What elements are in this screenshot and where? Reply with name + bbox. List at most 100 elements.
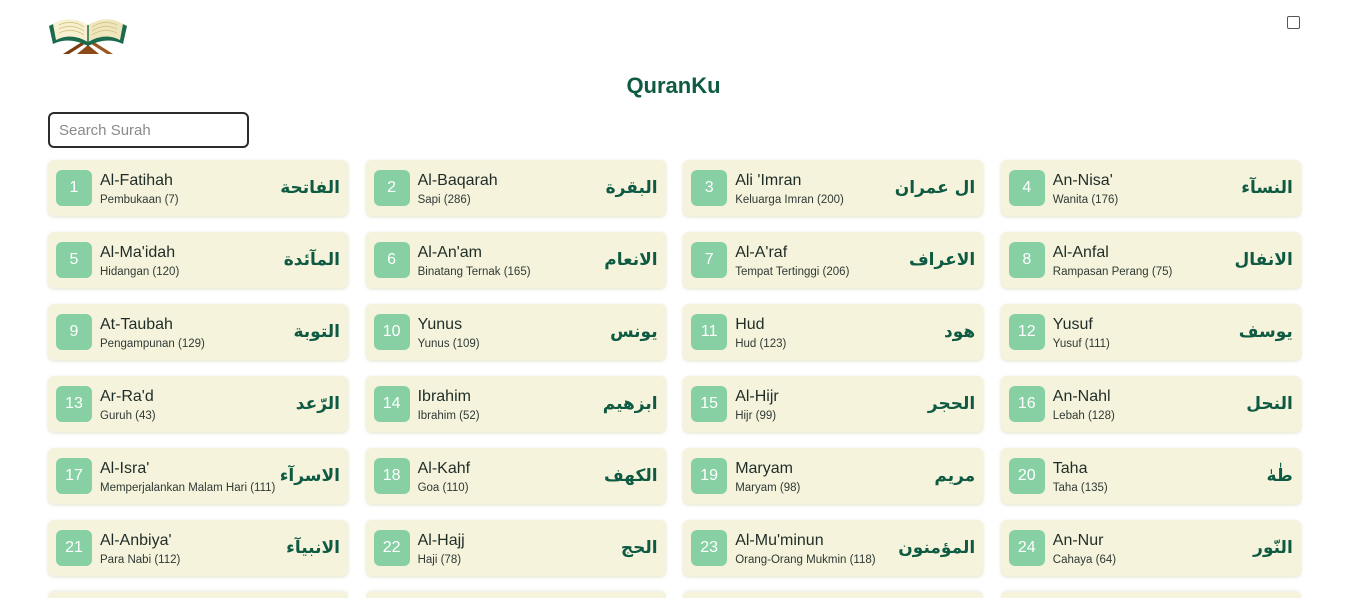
surah-arabic-name: البقرة bbox=[605, 178, 658, 198]
surah-number-badge: 22 bbox=[373, 530, 410, 566]
surah-grid: 1 Al-Fatihah Pembukaan (7) الفاتحة 2 Al-Baqar… bbox=[48, 160, 1301, 576]
surah-arabic-name: المآئدة bbox=[283, 250, 340, 270]
surah-latin-name: An-Nahl bbox=[1052, 388, 1111, 405]
surah-card[interactable]: 11 Hud Hud (123) هود bbox=[683, 304, 984, 360]
surah-card[interactable]: 21 Al-Anbiya' Para Nabi (112) الانبيآء bbox=[48, 520, 348, 576]
surah-arabic-name: الحج bbox=[620, 538, 658, 558]
surah-meaning: Hidangan (120) bbox=[100, 266, 180, 278]
surah-card[interactable]: 22 Al-Hajj Haji (78) الحج bbox=[365, 520, 666, 576]
page-title: QuranKu bbox=[626, 73, 721, 98]
surah-latin-name: Hud bbox=[735, 316, 765, 333]
surah-number-badge: 15 bbox=[691, 386, 728, 422]
surah-latin-name: Al-A'raf bbox=[735, 244, 788, 261]
surah-meaning: Binatang Ternak (165) bbox=[417, 266, 531, 278]
surah-latin-name: Maryam bbox=[735, 460, 793, 477]
surah-card[interactable]: 8 Al-Anfal Rampasan Perang (75) الانفال bbox=[1000, 232, 1301, 288]
surah-arabic-name: النّور bbox=[1253, 538, 1293, 558]
surah-arabic-name: يونس bbox=[610, 322, 658, 342]
surah-latin-name: Ar-Ra'd bbox=[100, 388, 154, 405]
surah-meaning: Ibrahim (52) bbox=[417, 410, 480, 422]
surah-card[interactable]: 19 Maryam Maryam (98) مريم bbox=[683, 448, 984, 504]
surah-latin-name: Al-Kahf bbox=[417, 460, 471, 477]
surah-card[interactable]: 5 Al-Ma'idah Hidangan (120) المآئدة bbox=[48, 232, 348, 288]
surah-meaning: Sapi (286) bbox=[417, 194, 471, 206]
surah-latin-name: Al-Anbiya' bbox=[100, 532, 172, 549]
surah-card-partial[interactable] bbox=[365, 592, 666, 598]
surah-number-badge: 23 bbox=[691, 530, 728, 566]
surah-card-partial[interactable] bbox=[48, 592, 348, 598]
surah-card[interactable]: 13 Ar-Ra'd Guruh (43) الرّعد bbox=[48, 376, 348, 432]
surah-number-badge: 24 bbox=[1008, 530, 1045, 566]
surah-latin-name: An-Nur bbox=[1052, 532, 1104, 549]
surah-card[interactable]: 18 Al-Kahf Goa (110) الكهف bbox=[365, 448, 666, 504]
surah-meaning: Yusuf (111) bbox=[1052, 338, 1110, 350]
surah-card[interactable]: 1 Al-Fatihah Pembukaan (7) الفاتحة bbox=[48, 160, 348, 216]
surah-number-badge: 16 bbox=[1008, 386, 1045, 422]
surah-number-badge: 18 bbox=[373, 458, 410, 494]
surah-latin-name: Al-Mu'minun bbox=[735, 532, 824, 549]
theme-toggle-checkbox[interactable] bbox=[1287, 16, 1300, 29]
surah-number-badge: 2 bbox=[373, 170, 410, 206]
surah-latin-name: Yusuf bbox=[1052, 316, 1093, 333]
surah-arabic-name: الرّعد bbox=[295, 394, 340, 414]
surah-latin-name: Al-Anfal bbox=[1052, 244, 1109, 261]
surah-card[interactable]: 10 Yunus Yunus (109) يونس bbox=[365, 304, 666, 360]
surah-latin-name: At-Taubah bbox=[100, 316, 173, 333]
surah-number-badge: 9 bbox=[56, 314, 92, 350]
surah-card-partial[interactable] bbox=[1000, 592, 1301, 598]
surah-card[interactable]: 12 Yusuf Yusuf (111) يوسف bbox=[1000, 304, 1301, 360]
surah-number-badge: 21 bbox=[56, 530, 92, 566]
surah-number-badge: 14 bbox=[373, 386, 410, 422]
surah-number-badge: 13 bbox=[56, 386, 92, 422]
surah-card[interactable]: 23 Al-Mu'minun Orang-Orang Mukmin (118) الم… bbox=[683, 520, 984, 576]
surah-meaning: Haji (78) bbox=[417, 554, 462, 566]
surah-latin-name: Al-Isra' bbox=[100, 460, 150, 477]
surah-arabic-name: الانبيآء bbox=[286, 538, 340, 558]
surah-arabic-name: الانعام bbox=[604, 250, 658, 270]
surah-meaning: Yunus (109) bbox=[417, 338, 480, 350]
surah-number-badge: 11 bbox=[691, 314, 728, 350]
surah-card[interactable]: 3 Ali 'Imran Keluarga Imran (200) ال عمران bbox=[683, 160, 984, 216]
surah-meaning: Hud (123) bbox=[735, 338, 787, 350]
surah-card[interactable]: 15 Al-Hijr Hijr (99) الحجر bbox=[683, 376, 984, 432]
surah-arabic-name: طٰهٰ bbox=[1266, 466, 1293, 486]
surah-arabic-name: مريم bbox=[934, 466, 976, 486]
open-quran-book-logo-icon bbox=[47, 10, 129, 56]
surah-latin-name: Al-Hijr bbox=[735, 388, 779, 405]
surah-card[interactable]: 20 Taha Taha (135) طٰهٰ bbox=[1000, 448, 1301, 504]
surah-latin-name: Al-Fatihah bbox=[100, 172, 173, 189]
surah-card[interactable]: 6 Al-An'am Binatang Ternak (165) الانعام bbox=[365, 232, 666, 288]
surah-meaning: Memperjalankan Malam Hari (111) bbox=[100, 482, 276, 494]
surah-number-badge: 12 bbox=[1008, 314, 1045, 350]
surah-arabic-name: النسآء bbox=[1241, 178, 1293, 198]
surah-number-badge: 3 bbox=[691, 170, 728, 206]
surah-card-partial[interactable] bbox=[683, 592, 984, 598]
surah-meaning: Wanita (176) bbox=[1052, 194, 1119, 206]
surah-arabic-name: هود bbox=[944, 322, 976, 342]
surah-meaning: Maryam (98) bbox=[735, 482, 801, 494]
header bbox=[0, 0, 1347, 60]
surah-arabic-name: النحل bbox=[1246, 394, 1293, 414]
surah-card[interactable]: 17 Al-Isra' Memperjalankan Malam Hari (111… bbox=[48, 448, 348, 504]
surah-arabic-name: المؤمنون bbox=[898, 538, 976, 558]
surah-card[interactable]: 14 Ibrahim Ibrahim (52) ابزهيم bbox=[365, 376, 666, 432]
search-input[interactable] bbox=[48, 112, 249, 148]
surah-card[interactable]: 9 At-Taubah Pengampunan (129) التوبة bbox=[48, 304, 348, 360]
surah-latin-name: Ali 'Imran bbox=[735, 172, 802, 189]
surah-meaning: Rampasan Perang (75) bbox=[1052, 266, 1173, 278]
surah-arabic-name: الحجر bbox=[927, 394, 976, 414]
surah-arabic-name: يوسف bbox=[1238, 322, 1293, 342]
surah-number-badge: 7 bbox=[691, 242, 728, 278]
surah-arabic-name: الكهف bbox=[604, 466, 658, 486]
surah-number-badge: 19 bbox=[691, 458, 728, 494]
surah-latin-name: Al-Ma'idah bbox=[100, 244, 176, 261]
surah-card[interactable]: 24 An-Nur Cahaya (64) النّور bbox=[1000, 520, 1301, 576]
surah-latin-name: Ibrahim bbox=[417, 388, 471, 405]
surah-card[interactable]: 4 An-Nisa' Wanita (176) النسآء bbox=[1000, 160, 1301, 216]
surah-latin-name: Taha bbox=[1052, 460, 1088, 477]
surah-card[interactable]: 16 An-Nahl Lebah (128) النحل bbox=[1000, 376, 1301, 432]
surah-arabic-name: الانفال bbox=[1234, 250, 1293, 270]
surah-card[interactable]: 2 Al-Baqarah Sapi (286) البقرة bbox=[365, 160, 666, 216]
surah-card[interactable]: 7 Al-A'raf Tempat Tertinggi (206) الاعراف bbox=[683, 232, 984, 288]
surah-meaning: Lebah (128) bbox=[1052, 410, 1115, 422]
